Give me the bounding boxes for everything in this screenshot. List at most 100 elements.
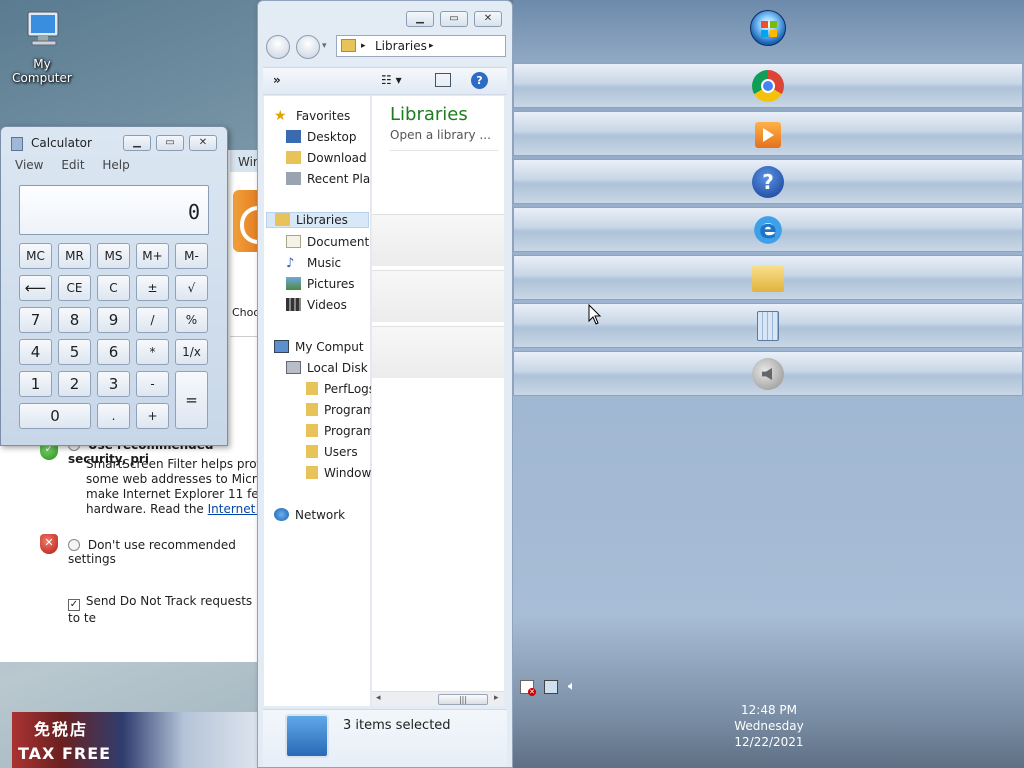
key-mc[interactable]: MC: [19, 243, 52, 269]
nav-downloads-label: Download: [307, 151, 367, 165]
explorer-minimize-button[interactable]: ▁: [406, 11, 434, 27]
menu-view[interactable]: View: [15, 158, 43, 172]
tile-internet-explorer[interactable]: e: [513, 207, 1023, 252]
menu-edit[interactable]: Edit: [61, 158, 84, 172]
maximize-button[interactable]: ▭: [156, 135, 184, 151]
key-percent[interactable]: %: [175, 307, 208, 333]
key-plus-minus[interactable]: ±: [136, 275, 169, 301]
nav-music-label: Music: [307, 256, 342, 270]
clock[interactable]: 12:48 PM Wednesday 12/22/2021: [700, 702, 838, 750]
calculator-display: 0: [19, 185, 209, 235]
change-view-icon[interactable]: ☷ ▾: [381, 73, 402, 87]
volume-icon[interactable]: 🔈︎: [568, 679, 576, 694]
key-ce[interactable]: CE: [58, 275, 91, 301]
nav-videos[interactable]: Videos: [286, 298, 371, 312]
nav-program-files[interactable]: Program: [306, 403, 371, 417]
ie-setup-title: Wir: [238, 155, 258, 169]
key-decimal[interactable]: .: [97, 403, 130, 429]
key-8[interactable]: 8: [58, 307, 91, 333]
back-button[interactable]: [266, 35, 290, 59]
nav-perflogs[interactable]: PerfLogs: [306, 382, 371, 396]
nav-local-disk[interactable]: Local Disk: [286, 361, 371, 375]
nav-network[interactable]: Network: [274, 508, 371, 522]
nav-desktop[interactable]: Desktop: [286, 130, 371, 144]
key-m-minus[interactable]: M-: [175, 243, 208, 269]
nav-recent-places[interactable]: Recent Pla: [286, 172, 371, 186]
key-9[interactable]: 9: [97, 307, 130, 333]
nav-windows[interactable]: Window: [306, 466, 371, 480]
key-equals[interactable]: =: [175, 371, 208, 429]
key-c[interactable]: C: [97, 275, 130, 301]
key-2[interactable]: 2: [58, 371, 91, 397]
key-backspace[interactable]: ⟵: [19, 275, 52, 301]
key-multiply[interactable]: *: [136, 339, 169, 365]
tile-help[interactable]: ?: [513, 159, 1023, 204]
key-4[interactable]: 4: [19, 339, 52, 365]
key-6[interactable]: 6: [97, 339, 130, 365]
address-text[interactable]: Libraries: [375, 36, 427, 56]
scroll-right-icon[interactable]: ▸: [494, 693, 499, 703]
key-reciprocal[interactable]: 1/x: [175, 339, 208, 365]
scrollbar-thumb[interactable]: |||: [438, 694, 488, 705]
nav-program1-label: Program: [324, 403, 371, 417]
key-mr[interactable]: MR: [58, 243, 91, 269]
internet-explorer-link[interactable]: Internet Expl: [208, 502, 261, 516]
key-subtract[interactable]: -: [136, 371, 169, 397]
key-divide[interactable]: /: [136, 307, 169, 333]
do-not-track-checkbox[interactable]: ✓: [68, 599, 80, 611]
help-icon[interactable]: ?: [471, 72, 488, 89]
key-3[interactable]: 3: [97, 371, 130, 397]
chevron-right-icon[interactable]: ▸: [429, 36, 434, 56]
key-sqrt[interactable]: √: [175, 275, 208, 301]
more-commands-icon[interactable]: »: [273, 73, 281, 87]
nav-users[interactable]: Users: [306, 445, 371, 459]
explorer-maximize-button[interactable]: ▭: [440, 11, 468, 27]
minimize-button[interactable]: ▁: [123, 135, 151, 151]
action-center-icon[interactable]: ✕: [520, 680, 536, 696]
key-5[interactable]: 5: [58, 339, 91, 365]
tile-media-player[interactable]: [513, 111, 1023, 156]
calculator-title: Calculator: [31, 136, 92, 150]
do-not-track-option[interactable]: ✓ Send Do Not Track requests to te: [68, 594, 261, 625]
key-m-plus[interactable]: M+: [136, 243, 169, 269]
nav-libraries[interactable]: Libraries: [266, 212, 369, 228]
key-1[interactable]: 1: [19, 371, 52, 397]
key-add[interactable]: +: [136, 403, 169, 429]
recent-pages-dropdown-icon[interactable]: ▾: [322, 41, 327, 51]
library-item-selected[interactable]: [372, 214, 504, 266]
key-0[interactable]: 0: [19, 403, 91, 429]
dont-use-radio[interactable]: [68, 539, 80, 551]
explorer-close-button[interactable]: ✕: [474, 11, 502, 27]
my-computer-desktop-icon[interactable]: My Computer: [2, 8, 82, 85]
dont-use-settings-option[interactable]: Don't use recommended settings: [68, 538, 261, 566]
scroll-left-icon[interactable]: ◂: [376, 693, 381, 703]
folder-icon: [306, 403, 318, 416]
library-item-selected[interactable]: [372, 270, 504, 322]
status-text: 3 items selected: [343, 718, 451, 733]
network-icon[interactable]: [544, 680, 558, 694]
nav-program-files-x86[interactable]: Program: [306, 424, 371, 438]
nav-downloads[interactable]: Download: [286, 151, 371, 165]
media-player-icon: [755, 122, 781, 148]
chevron-right-icon[interactable]: ▸: [361, 36, 366, 56]
nav-favorites[interactable]: ★ Favorites: [274, 108, 371, 123]
tile-windows-explorer[interactable]: [513, 255, 1023, 300]
close-button[interactable]: ✕: [189, 135, 217, 151]
content-subtitle[interactable]: Open a library ...: [390, 128, 491, 142]
preview-pane-icon[interactable]: [435, 73, 451, 87]
start-button[interactable]: [750, 10, 786, 46]
nav-pictures[interactable]: Pictures: [286, 277, 371, 291]
menu-help[interactable]: Help: [102, 158, 129, 172]
nav-music[interactable]: ♪ Music: [286, 256, 371, 270]
horizontal-scrollbar[interactable]: ◂ ||| ▸: [372, 691, 504, 706]
nav-documents[interactable]: Document: [286, 235, 371, 249]
forward-button[interactable]: [296, 35, 320, 59]
tile-volume[interactable]: [513, 351, 1023, 396]
nav-my-computer[interactable]: My Comput: [274, 340, 371, 354]
address-bar[interactable]: ▸ Libraries ▸: [336, 35, 506, 57]
library-item-selected[interactable]: [372, 326, 504, 378]
key-ms[interactable]: MS: [97, 243, 130, 269]
folder-icon: [306, 445, 318, 458]
key-7[interactable]: 7: [19, 307, 52, 333]
tile-chrome[interactable]: [513, 63, 1023, 108]
